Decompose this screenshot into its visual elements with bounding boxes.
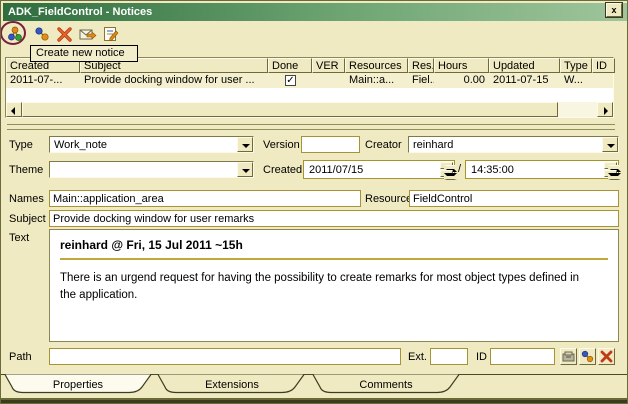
tab-strip: Properties Extensions Comments	[1, 374, 628, 398]
ext-label: Ext.	[408, 351, 427, 365]
toolbar	[3, 22, 627, 46]
version-input[interactable]	[301, 136, 360, 153]
col-updated[interactable]: Updated	[489, 58, 560, 73]
cell-created: 2011-07-...	[6, 74, 80, 88]
edit-document-icon	[102, 25, 120, 43]
type-value: Work_note	[54, 139, 107, 151]
time-spin-up[interactable]	[604, 162, 617, 169]
id-label: ID	[476, 351, 487, 365]
edit-notice-button[interactable]	[102, 25, 120, 43]
drawer-icon	[561, 349, 576, 364]
col-done[interactable]: Done	[268, 58, 312, 73]
id-input[interactable]	[490, 348, 555, 365]
notices-window: ADK_FieldControl - Notices x	[0, 0, 628, 404]
cell-updated: 2011-07-15	[489, 74, 560, 88]
done-checkbox[interactable]: ✓	[285, 75, 296, 86]
col-ver[interactable]: VER	[312, 58, 345, 73]
window-bottom-edge	[1, 398, 628, 403]
path-input[interactable]	[49, 348, 401, 365]
send-notice-button[interactable]	[79, 25, 97, 43]
cell-res-type: Fiel...	[408, 74, 434, 88]
tab-extensions-label: Extensions	[205, 379, 259, 391]
cell-subject: Provide docking window for user ...	[80, 74, 268, 88]
open-notice-icon	[33, 25, 51, 43]
title-bar[interactable]: ADK_FieldControl - Notices	[3, 3, 627, 21]
text-heading: reinhard @ Fri, 15 Jul 2011 ~15h	[60, 238, 608, 252]
send-envelope-icon	[79, 25, 97, 43]
col-id[interactable]: ID	[592, 58, 615, 73]
creator-value: reinhard	[413, 139, 453, 151]
table-row[interactable]: 2011-07-... Provide docking window for u…	[6, 73, 613, 88]
delete-x-icon	[56, 25, 74, 43]
type-label: Type	[9, 139, 33, 153]
date-spin-down[interactable]	[440, 170, 453, 177]
create-new-notice-icon	[6, 25, 24, 43]
ext-input[interactable]	[430, 348, 468, 365]
remove-x-icon	[599, 349, 614, 364]
resource-input[interactable]	[409, 190, 619, 207]
close-button[interactable]: x	[606, 3, 622, 17]
tooltip: Create new notice	[30, 45, 138, 62]
path-label: Path	[9, 351, 32, 365]
cell-hours: 0.00	[434, 74, 485, 88]
date-spin-buttons[interactable]	[440, 162, 453, 177]
type-dropdown-button[interactable]	[237, 137, 253, 152]
subject-input[interactable]	[49, 210, 619, 227]
window-title: ADK_FieldControl - Notices	[8, 6, 152, 18]
subject-label: Subject	[9, 213, 46, 227]
theme-dropdown-button[interactable]	[237, 162, 253, 177]
col-res-type[interactable]: Res. T	[408, 58, 434, 73]
col-resources[interactable]: Resources	[345, 58, 408, 73]
col-hours[interactable]: Hours	[434, 58, 489, 73]
type-combobox[interactable]: Work_note	[49, 136, 254, 153]
tab-properties-label: Properties	[53, 379, 104, 391]
notices-table[interactable]: Created Subject Done VER Resources Res. …	[5, 57, 614, 118]
names-input[interactable]	[49, 190, 361, 207]
open-notice-button[interactable]	[33, 25, 51, 43]
cell-type: W...	[560, 74, 592, 88]
names-label: Names	[9, 193, 44, 207]
time-spin-down[interactable]	[604, 170, 617, 177]
tooltip-text: Create new notice	[36, 47, 125, 59]
text-editor[interactable]: reinhard @ Fri, 15 Jul 2011 ~15h There i…	[49, 229, 619, 342]
tab-properties[interactable]: Properties	[5, 375, 151, 393]
created-time-value: 14:35:00	[471, 164, 514, 176]
tab-extensions[interactable]: Extensions	[158, 375, 304, 393]
date-time-separator: /	[458, 163, 461, 177]
resource-label: Resource	[365, 193, 412, 207]
tab-comments-label: Comments	[359, 379, 413, 391]
scroll-right-button[interactable]	[597, 102, 613, 117]
created-date-value: 2011/07/15	[309, 164, 363, 176]
creator-label: Creator	[365, 139, 402, 153]
text-divider	[60, 258, 608, 260]
cell-resources: Main::a...	[345, 74, 408, 88]
created-date-spinner[interactable]: 2011/07/15	[303, 160, 455, 179]
notice-balls-icon	[580, 349, 595, 364]
col-type[interactable]: Type	[560, 58, 592, 73]
theme-label: Theme	[9, 164, 43, 178]
created-time-spinner[interactable]: 14:35:00	[465, 160, 619, 179]
delete-notice-button[interactable]	[56, 25, 74, 43]
time-spin-buttons[interactable]	[604, 162, 617, 177]
remove-button[interactable]	[598, 348, 615, 365]
horizontal-scrollbar[interactable]	[6, 102, 613, 117]
text-label: Text	[9, 232, 29, 246]
browse-path-button[interactable]	[560, 348, 577, 365]
creator-dropdown-button[interactable]	[602, 137, 618, 152]
tab-comments[interactable]: Comments	[313, 375, 459, 393]
version-label: Version	[263, 139, 300, 153]
create-new-notice-button[interactable]	[6, 25, 24, 43]
created-label: Created	[263, 164, 302, 178]
creator-combobox[interactable]: reinhard	[408, 136, 619, 153]
scrollbar-thumb[interactable]	[22, 102, 558, 117]
text-body: There is an urgend request for having th…	[60, 270, 595, 303]
theme-combobox[interactable]	[49, 161, 254, 178]
splitter-handle[interactable]	[7, 124, 615, 130]
date-spin-up[interactable]	[440, 162, 453, 169]
scroll-left-button[interactable]	[6, 102, 22, 117]
attach-notice-button[interactable]	[579, 348, 596, 365]
